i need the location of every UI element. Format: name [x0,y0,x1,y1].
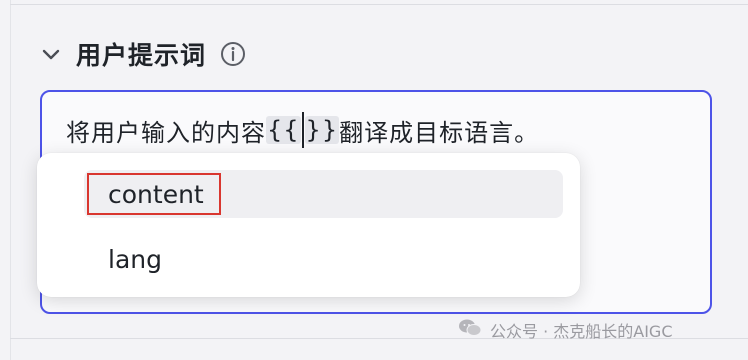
variable-option-lang[interactable]: lang [84,235,563,283]
prompt-text-before: 将用户输入的内容 [66,118,266,147]
watermark: 公众号 · 杰克船长的AIGC [458,318,673,342]
annotation-highlight-box [87,173,221,215]
section-title: 用户提示词 [76,41,207,70]
variable-option-label: lang [108,244,162,274]
variable-brace-open: {{ [266,116,301,144]
watermark-text: 公众号 · 杰克船长的AIGC [490,322,673,341]
info-circle-icon[interactable] [220,41,246,67]
prompt-text-after: 翻译成目标语言。 [339,118,540,147]
text-caret [301,112,304,148]
prompt-text[interactable]: 将用户输入的内容 {{ }} 翻译成目标语言。 [66,112,539,148]
top-divider [10,4,748,5]
wechat-icon [458,318,482,342]
variable-brace-close: }} [304,116,340,144]
user-prompt-section-header[interactable]: 用户提示词 [40,34,246,74]
chevron-down-icon[interactable] [40,43,62,65]
